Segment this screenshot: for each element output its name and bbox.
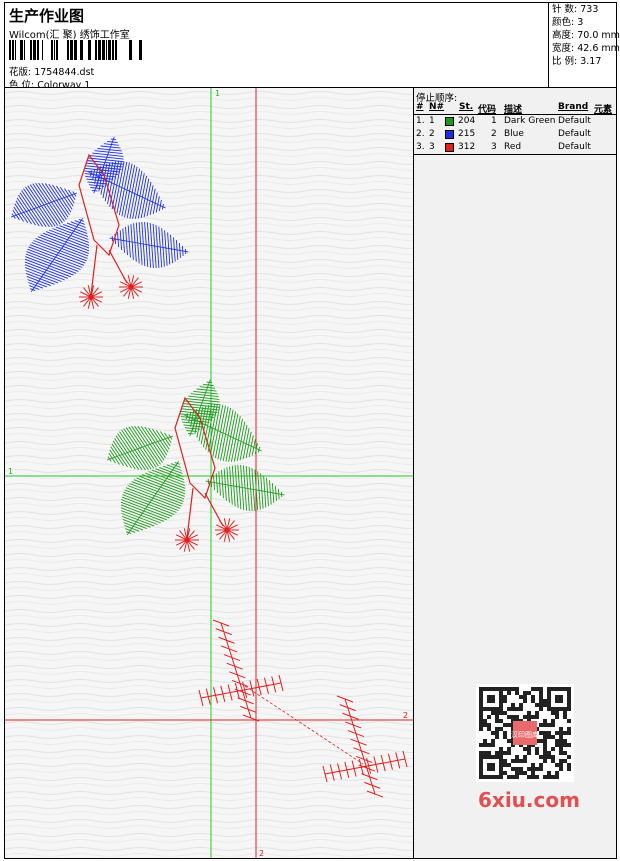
red-guide-label-bottom: 2: [259, 849, 264, 858]
row-description: Red: [504, 142, 522, 152]
green-guide-label-left: 1: [8, 467, 13, 476]
color-count: 颜色: 3: [552, 17, 584, 28]
row-description: Blue: [504, 129, 524, 139]
row-code: 3: [491, 142, 497, 152]
row-code: 1: [491, 116, 497, 126]
col-no: N#: [429, 102, 445, 112]
header-panel: 生产作业图 Wilcom(汇 聚) 绣饰工作室 花版: 1754844.dst …: [4, 2, 620, 91]
stats-panel: 针 数: 733 颜色: 3 高度: 70.0 mm 宽度: 42.6 mm 比…: [548, 3, 620, 87]
row-description: Dark Green: [504, 116, 556, 126]
embroidery-preview: 1 1 2 2: [5, 88, 413, 858]
design-scale: 比 例: 3.17: [552, 56, 602, 67]
barcode-icon: [9, 40, 142, 60]
table-divider: [414, 154, 616, 155]
col-num: #: [416, 102, 424, 112]
red-guide-label-right: 2: [403, 711, 408, 720]
row-num: 3.: [416, 142, 425, 152]
color-swatch: [445, 143, 454, 152]
table-row: 3. 3 312 3 Red Default: [414, 141, 616, 154]
color-swatch: [445, 117, 454, 126]
col-stitches: St.: [459, 102, 474, 112]
stitch-count: 针 数: 733: [552, 4, 599, 15]
row-code: 2: [491, 129, 497, 139]
col-brand: Brand: [558, 102, 589, 112]
row-stitches: 215: [458, 129, 476, 139]
row-num: 1.: [416, 116, 425, 126]
row-no: 2: [429, 129, 435, 139]
row-stitches: 204: [458, 116, 476, 126]
page-title: 生产作业图: [9, 7, 85, 25]
file-name: 花版: 1754844.dst: [9, 67, 95, 78]
design-canvas: 1 1 2 2: [4, 88, 414, 859]
watermark-brand: 6xiu.com: [478, 788, 580, 812]
table-row: 1. 1 204 1 Dark Green Default: [414, 115, 616, 128]
color-swatch: [445, 130, 454, 139]
qr-code-icon: 汉印图库: [476, 684, 574, 782]
production-sheet: 生产作业图 Wilcom(汇 聚) 绣饰工作室 花版: 1754844.dst …: [0, 0, 620, 861]
row-stitches: 312: [458, 142, 476, 152]
row-brand: Default: [558, 116, 591, 126]
row-brand: Default: [558, 142, 591, 152]
table-row: 2. 2 215 2 Blue Default: [414, 128, 616, 141]
row-brand: Default: [558, 129, 591, 139]
row-num: 2.: [416, 129, 425, 139]
company-name: Wilcom(汇 聚) 绣饰工作室: [9, 30, 130, 41]
qr-seal-text: 汉印图库: [511, 730, 539, 739]
design-height: 高度: 70.0 mm: [552, 30, 620, 41]
row-no: 3: [429, 142, 435, 152]
green-guide-label-top: 1: [215, 89, 220, 98]
design-width: 宽度: 42.6 mm: [552, 43, 620, 54]
row-no: 1: [429, 116, 435, 126]
